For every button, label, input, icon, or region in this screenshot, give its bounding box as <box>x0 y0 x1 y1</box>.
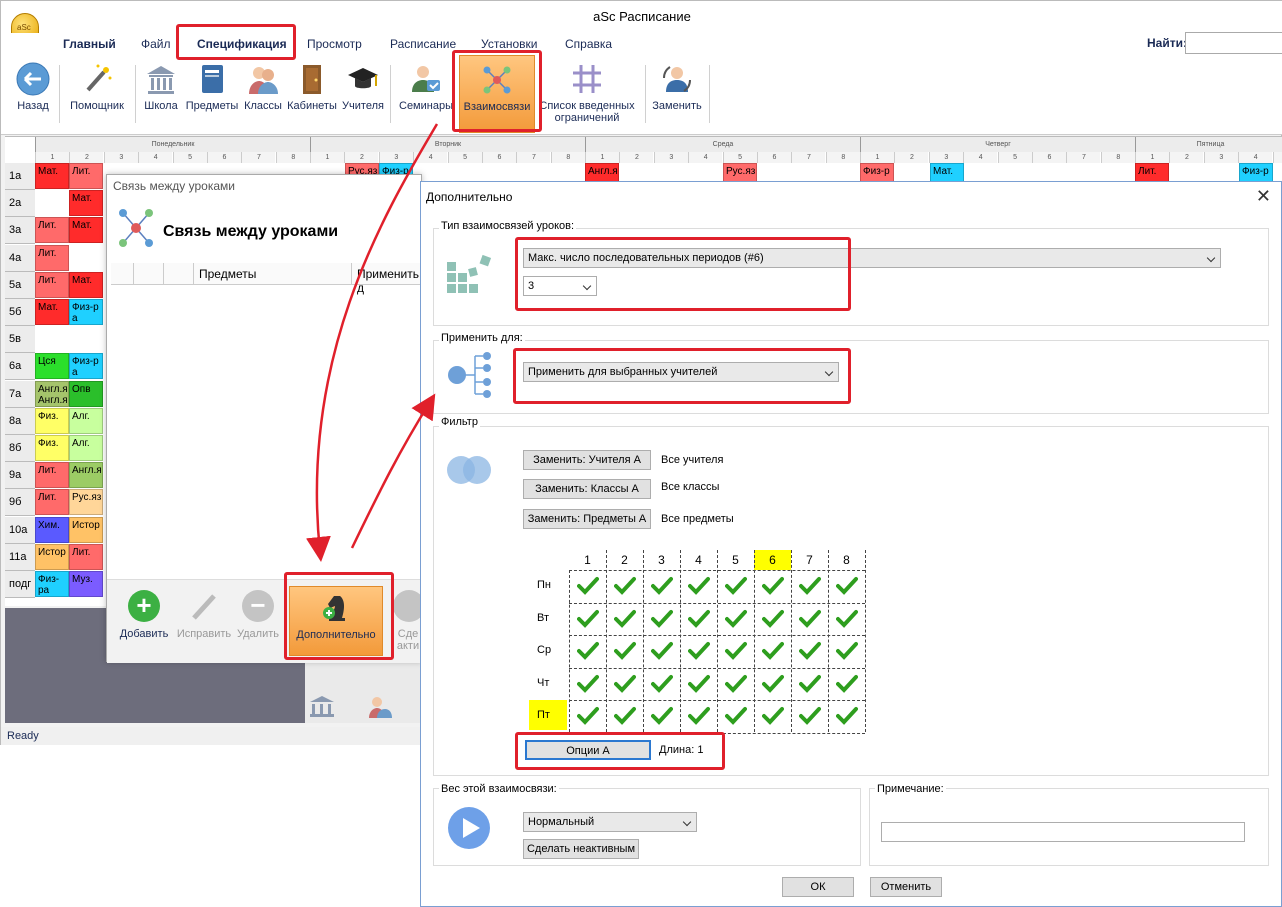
annotation-arrows <box>306 123 439 562</box>
